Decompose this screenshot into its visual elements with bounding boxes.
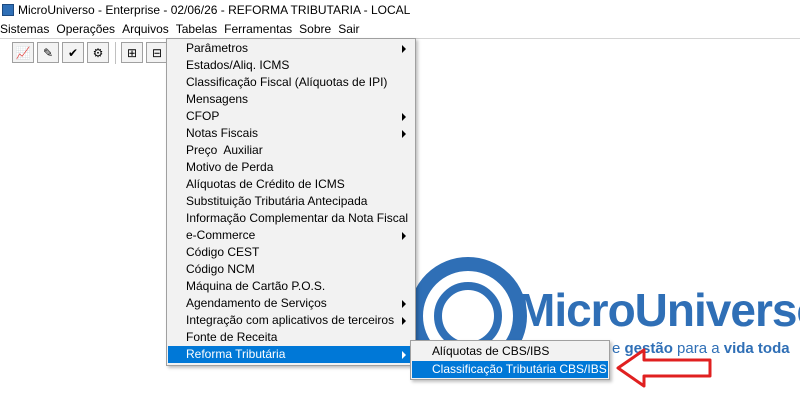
menu-arquivos[interactable]: Arquivos: [119, 20, 173, 38]
menu-item-label: Notas Fiscais: [186, 126, 259, 140]
menu-item-notas-fiscais[interactable]: Notas Fiscais: [168, 125, 414, 142]
menu-item-label: Fonte de Receita: [186, 330, 278, 344]
menu-item-informacao-complementar[interactable]: Informação Complementar da Nota Fiscal: [168, 210, 414, 227]
app-icon: [2, 4, 14, 16]
menu-item-classificacao-fiscal[interactable]: Classificação Fiscal (Alíquotas de IPI): [168, 74, 414, 91]
menu-item-label: Motivo de Perda: [186, 160, 274, 174]
menu-sair[interactable]: Sair: [335, 20, 363, 38]
check-icon[interactable]: ✔: [62, 42, 84, 63]
menu-item-agendamento-servicos[interactable]: Agendamento de Serviços: [168, 295, 414, 312]
menu-item-maquina-cartao[interactable]: Máquina de Cartão P.O.S.: [168, 278, 414, 295]
tagline-bold-2: vida toda: [723, 340, 790, 357]
menu-item-aliquotas-credito[interactable]: Alíquotas de Crédito de ICMS: [168, 176, 414, 193]
menu-item-label: Agendamento de Serviços: [186, 296, 327, 310]
window-titlebar: MicroUniverso - Enterprise - 02/06/26 - …: [0, 0, 800, 20]
menu-item-label: Integração com aplicativos de terceiros: [186, 313, 395, 327]
menu-item-cfop[interactable]: CFOP: [168, 108, 414, 125]
tree-icon[interactable]: ⊞: [121, 42, 143, 63]
submenu-item-classificacao-tributaria[interactable]: Classificação Tributária CBS/IBS: [412, 361, 608, 378]
submenu-item-aliquotas-cbs-ibs[interactable]: Alíquotas de CBS/IBS: [412, 343, 608, 360]
submenu-arrow-icon: [402, 317, 406, 325]
menu-item-estados[interactable]: Estados/Aliq. ICMS: [168, 57, 414, 74]
menu-item-parametros[interactable]: Parâmetros: [168, 40, 414, 57]
menu-item-label: Mensagens: [186, 92, 249, 106]
menu-item-reforma-tributaria[interactable]: Reforma Tributária: [168, 346, 414, 363]
submenu-arrow-icon: [402, 130, 406, 138]
submenu-arrow-icon: [402, 45, 406, 53]
tabelas-dropdown: Parâmetros Estados/Aliq. ICMS Classifica…: [166, 38, 416, 366]
menu-item-label: Máquina de Cartão P.O.S.: [186, 279, 326, 293]
submenu-arrow-icon: [402, 300, 406, 308]
menu-item-label: Classificação Tributária CBS/IBS: [432, 362, 607, 376]
menu-item-mensagens[interactable]: Mensagens: [168, 91, 414, 108]
toolbar-separator: [115, 42, 116, 64]
edit-document-icon[interactable]: ✎: [37, 42, 59, 63]
menu-tabelas[interactable]: Tabelas: [173, 20, 221, 38]
settings-document-icon[interactable]: ⚙: [87, 42, 109, 63]
menu-item-fonte-receita[interactable]: Fonte de Receita: [168, 329, 414, 346]
menu-item-label: Estados/Aliq. ICMS: [186, 58, 290, 72]
menu-item-label: e-Commerce: [186, 228, 256, 242]
tree-alt-icon[interactable]: ⊟: [146, 42, 168, 63]
menu-item-label: Reforma Tributária: [186, 347, 286, 361]
submenu-arrow-icon: [402, 232, 406, 240]
menu-item-label: Classificação Fiscal (Alíquotas de IPI): [186, 75, 388, 89]
menu-item-label: CFOP: [186, 109, 220, 123]
submenu-arrow-icon: [402, 351, 406, 359]
menu-item-label: Código CEST: [186, 245, 260, 259]
menu-item-label: Preço Auxiliar: [186, 143, 263, 157]
menu-item-integracao-aplicativos[interactable]: Integração com aplicativos de terceiros: [168, 312, 414, 329]
menu-item-motivo-perda[interactable]: Motivo de Perda: [168, 159, 414, 176]
menu-item-substituicao-tributaria[interactable]: Substituição Tributária Antecipada: [168, 193, 414, 210]
menu-item-label: Informação Complementar da Nota Fiscal: [186, 211, 409, 225]
menu-item-label: Alíquotas de Crédito de ICMS: [186, 177, 345, 191]
menu-operacoes[interactable]: Operações: [53, 20, 119, 38]
menu-item-label: Código NCM: [186, 262, 255, 276]
submenu-arrow-icon: [402, 113, 406, 121]
chart-icon[interactable]: 📈: [12, 42, 34, 63]
menu-item-label: Substituição Tributária Antecipada: [186, 194, 368, 208]
window-title: MicroUniverso - Enterprise - 02/06/26 - …: [18, 3, 411, 17]
annotation-arrow-icon: [616, 348, 712, 388]
menu-item-label: Alíquotas de CBS/IBS: [432, 344, 550, 358]
menu-item-preco-auxiliar[interactable]: Preço Auxiliar: [168, 142, 414, 159]
menu-item-codigo-ncm[interactable]: Código NCM: [168, 261, 414, 278]
menu-bar: Sistemas Operações Arquivos Tabelas Ferr…: [0, 20, 800, 38]
menu-item-codigo-cest[interactable]: Código CEST: [168, 244, 414, 261]
logo-wordmark: MicroUniverso: [517, 284, 800, 336]
menu-item-label: Parâmetros: [186, 41, 249, 55]
menu-sobre[interactable]: Sobre: [296, 20, 335, 38]
menu-ferramentas[interactable]: Ferramentas: [221, 20, 296, 38]
reforma-tributaria-submenu: Alíquotas de CBS/IBS Classificação Tribu…: [410, 340, 610, 380]
menu-item-ecommerce[interactable]: e-Commerce: [168, 227, 414, 244]
menu-sistemas[interactable]: Sistemas: [0, 20, 53, 38]
